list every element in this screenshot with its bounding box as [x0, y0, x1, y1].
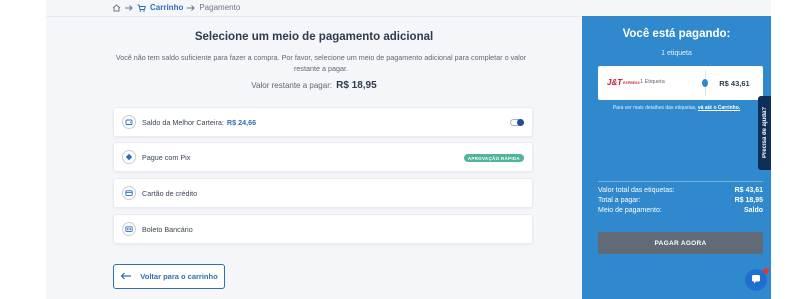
carrier-logo: J&TEXPRESS [607, 78, 640, 87]
summary-title: Você está pagando: [622, 28, 731, 40]
payment-option-wallet[interactable]: Saldo da Melhor Carteira: R$ 24,66 [113, 107, 533, 137]
total-labels-row: Valor total das etiquetas: R$ 43,61 [598, 187, 763, 194]
breadcrumb: Carrinho Pagamento [112, 3, 240, 12]
wallet-label: Saldo da Melhor Carteira: [142, 117, 224, 127]
cart-icon [137, 4, 146, 12]
arrow-right-icon [125, 4, 133, 11]
back-button-label: Voltar para o carrinho [140, 272, 218, 281]
go-to-cart-link[interactable]: vá até o Carrinho. [698, 105, 740, 111]
pix-label: Pague com Pix [142, 152, 191, 162]
remaining-label: Valor restante a pagar: [251, 81, 333, 90]
shipping-label-card: J&TEXPRESS 1 Etiqueta R$ 43,61 [598, 66, 763, 100]
credit-card-label: Cartão de crédito [142, 188, 198, 198]
order-summary-panel: Você está pagando: 1 etiqueta J&TEXPRESS… [582, 16, 771, 299]
total-pay-row: Total a pagar: R$ 18,95 [598, 197, 763, 204]
arrow-left-icon [120, 272, 132, 282]
remaining-value: R$ 18,95 [336, 80, 377, 91]
divider [598, 181, 763, 182]
payment-option-credit-card[interactable]: Cartão de crédito [113, 178, 533, 208]
help-tab[interactable]: Precisa de ajuda? [758, 96, 771, 170]
back-to-cart-button[interactable]: Voltar para o carrinho [113, 264, 225, 289]
label-price: R$ 43,61 [719, 79, 750, 88]
credit-card-icon [122, 186, 136, 200]
label-count: 1 Etiqueta [640, 79, 665, 85]
breadcrumb-current: Pagamento [199, 3, 241, 12]
breadcrumb-cart-link[interactable]: Carrinho [150, 3, 183, 12]
home-icon[interactable] [112, 3, 121, 12]
wallet-balance: R$ 24,66 [226, 117, 257, 127]
checkout-app: Carrinho Pagamento Selecione um meio de … [46, 0, 771, 299]
pix-icon [122, 150, 136, 164]
chat-icon [751, 271, 761, 289]
divider [46, 16, 582, 17]
notification-dot [763, 268, 769, 274]
wallet-toggle[interactable] [510, 119, 524, 126]
remaining-amount: Valor restante a pagar: R$ 18,95 [46, 80, 582, 91]
barcode-icon [122, 222, 136, 236]
fast-approval-badge: APROVAÇÃO RÁPIDA [463, 154, 524, 162]
arrow-right-icon [187, 4, 196, 11]
page-frame: Carrinho Pagamento Selecione um meio de … [0, 0, 800, 299]
page-description: Você não tem saldo suficiente para fazer… [115, 53, 527, 73]
wallet-icon [122, 115, 136, 129]
chat-button[interactable] [745, 268, 769, 291]
details-note: Para ver mais detalhes das etiquetas, vá… [612, 105, 741, 111]
payment-option-boleto[interactable]: Boleto Bancário [113, 214, 533, 244]
page-title: Selecione um meio de pagamento adicional [194, 31, 434, 43]
pay-now-button[interactable]: PAGAR AGORA [598, 232, 763, 254]
payment-option-pix[interactable]: Pague com Pix APROVAÇÃO RÁPIDA [113, 142, 533, 172]
boleto-label: Boleto Bancário [142, 224, 193, 234]
summary-count: 1 etiqueta [661, 50, 692, 57]
payment-method-row: Meio de pagamento: Saldo [598, 207, 763, 214]
